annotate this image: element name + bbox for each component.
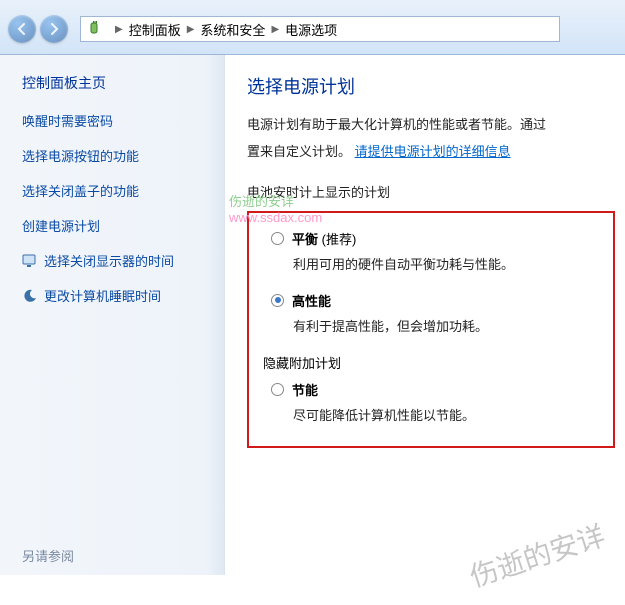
plan-name: 节能 — [292, 380, 318, 399]
sidebar-link-label: 创建电源计划 — [22, 216, 100, 235]
sidebar-link-label: 唤醒时需要密码 — [22, 111, 113, 130]
section-shown-plans: 电池安时计上显示的计划 — [247, 182, 625, 201]
sidebar-link-label: 选择电源按钮的功能 — [22, 146, 139, 165]
header: ▶ 控制面板 ▶ 系统和安全 ▶ 电源选项 — [0, 0, 625, 55]
section-hidden-plans: 隐藏附加计划 — [263, 353, 599, 372]
sidebar-link-label: 选择关闭盖子的功能 — [22, 181, 139, 200]
breadcrumb-item[interactable]: 系统和安全 — [200, 20, 265, 39]
plan-high-performance: 高性能 有利于提高性能，但会增加功耗。 — [271, 291, 599, 335]
chevron-right-icon: ▶ — [187, 24, 195, 35]
breadcrumb-item[interactable]: 电源选项 — [285, 20, 337, 39]
sidebar-title: 控制面板主页 — [22, 73, 224, 93]
page-title: 选择电源计划 — [247, 73, 625, 99]
main-content: 选择电源计划 电源计划有助于最大化计算机的性能或者节能。通过 置来自定义计划。 … — [225, 55, 625, 575]
plan-description: 尽可能降低计算机性能以节能。 — [293, 405, 599, 424]
see-also-heading: 另请参阅 — [22, 546, 74, 565]
breadcrumb[interactable]: ▶ 控制面板 ▶ 系统和安全 ▶ 电源选项 — [80, 16, 560, 42]
sidebar-link-require-password[interactable]: 唤醒时需要密码 — [22, 111, 224, 130]
chevron-right-icon: ▶ — [271, 24, 279, 35]
sidebar-link-display-off[interactable]: 选择关闭显示器的时间 — [22, 251, 224, 270]
back-button[interactable] — [8, 15, 36, 43]
sidebar-link-label: 选择关闭显示器的时间 — [44, 251, 174, 270]
sidebar: 控制面板主页 唤醒时需要密码 选择电源按钮的功能 选择关闭盖子的功能 创建电源计… — [0, 55, 225, 575]
plan-description: 有利于提高性能，但会增加功耗。 — [293, 316, 599, 335]
highlight-box: 伤逝的安详 www.ssdax.com 平衡 (推荐) 利用可用的硬件自动平衡功… — [247, 211, 615, 448]
radio-high-performance[interactable] — [271, 294, 284, 307]
chevron-right-icon: ▶ — [115, 24, 123, 35]
breadcrumb-item[interactable]: 控制面板 — [129, 20, 181, 39]
radio-power-saver[interactable] — [271, 383, 284, 396]
sidebar-link-close-lid[interactable]: 选择关闭盖子的功能 — [22, 181, 224, 200]
more-info-link[interactable]: 请提供电源计划的详细信息 — [355, 144, 511, 159]
forward-button[interactable] — [40, 15, 68, 43]
power-options-icon — [87, 21, 103, 37]
monitor-icon — [22, 253, 38, 269]
sidebar-link-sleep-time[interactable]: 更改计算机睡眠时间 — [22, 286, 224, 305]
sidebar-link-create-plan[interactable]: 创建电源计划 — [22, 216, 224, 235]
sidebar-link-label: 更改计算机睡眠时间 — [44, 286, 161, 305]
page-description-line1: 电源计划有助于最大化计算机的性能或者节能。通过 — [247, 113, 625, 136]
plan-name: 高性能 — [292, 291, 331, 310]
plan-balanced: 平衡 (推荐) 利用可用的硬件自动平衡功耗与性能。 — [271, 229, 599, 273]
plan-description: 利用可用的硬件自动平衡功耗与性能。 — [293, 254, 599, 273]
address-bar: ▶ 控制面板 ▶ 系统和安全 ▶ 电源选项 — [8, 14, 625, 44]
plan-name: 平衡 (推荐) — [292, 229, 356, 248]
page-description-line2: 置来自定义计划。 请提供电源计划的详细信息 — [247, 140, 625, 163]
sidebar-link-power-button[interactable]: 选择电源按钮的功能 — [22, 146, 224, 165]
radio-balanced[interactable] — [271, 232, 284, 245]
plan-power-saver: 节能 尽可能降低计算机性能以节能。 — [271, 380, 599, 424]
moon-icon — [22, 288, 38, 304]
